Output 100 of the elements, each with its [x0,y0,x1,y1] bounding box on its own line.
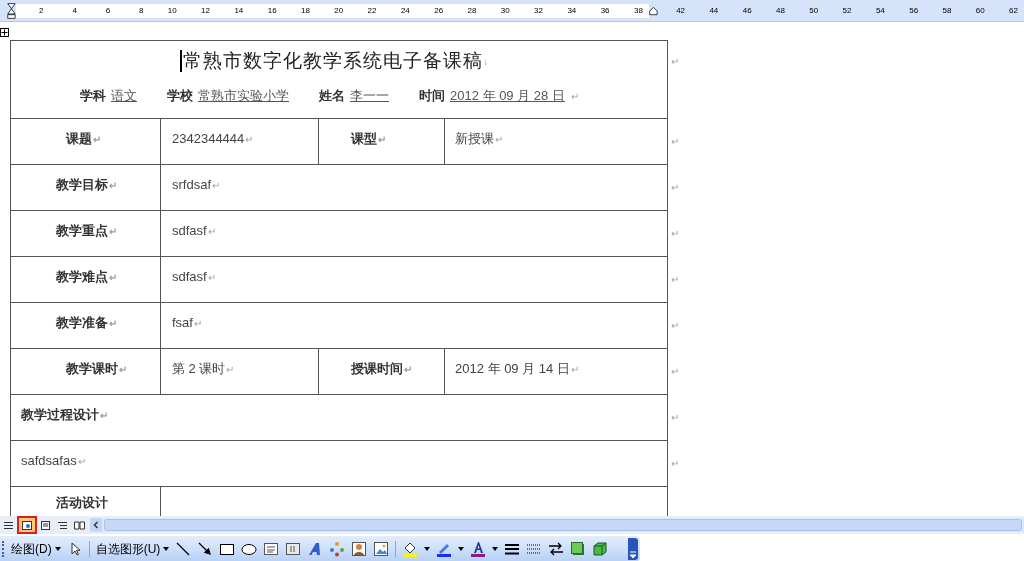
paragraph-mark: ↵ [119,364,127,375]
table-cell-text: sdfasf↵ [171,222,217,240]
ruler-number: 28 [466,6,478,15]
paragraph-mark: ↵ [109,226,117,237]
paragraph-mark: ↵ [245,134,254,145]
table-cell-text: 新授课↵ [454,130,504,148]
ruler-number: 36 [599,6,611,15]
ruler-number: 18 [300,6,311,15]
table-cell: 教学重点↵ [11,211,161,256]
ruler-number: 16 [266,6,278,15]
ruler-number: 6 [104,6,112,15]
paragraph-mark: ↵ [404,364,412,375]
image-icon[interactable] [373,540,390,557]
book-icon [74,520,85,530]
ruler-number: 38 [632,6,644,15]
field-label: 学校 [167,87,193,106]
ruler-number: 54 [874,6,886,15]
vertical-text-box-icon[interactable] [285,540,302,557]
page-icon [41,520,50,530]
table-cell-text: sdfasf↵ [171,268,217,286]
clip-art-icon[interactable] [351,540,368,557]
diagram-icon[interactable] [329,540,346,557]
caret-icon [458,546,465,551]
scrollbar-thumb[interactable] [104,519,1022,531]
caret-icon [54,546,61,551]
draw-menu[interactable]: 绘图(D) [11,539,61,558]
ruler-number: 20 [333,6,345,15]
paragraph-mark: ↵ [207,226,216,237]
paragraph-mark: ↵ [671,136,679,147]
shadow-icon[interactable] [570,540,587,557]
ruler-number: 12 [200,6,211,15]
table-move-handle-icon[interactable] [0,28,9,37]
indent-marker-icon[interactable] [7,0,17,22]
ruler-number: 52 [841,6,853,15]
paragraph-mark: ↵ [671,56,679,67]
paragraph-mark: ↵ [671,412,679,423]
ruler-number: 10 [166,6,178,15]
ruler-number: 42 [675,6,687,15]
paragraph-mark: ↵ [671,320,679,331]
ruler-number: 44 [708,6,720,15]
table-cell-text: fsaf↵ [171,314,203,332]
field-label: 时间 [419,87,445,106]
table-cell-text: 教学过程设计↵ [20,406,109,424]
font-color-icon[interactable] [470,540,487,557]
paragraph-mark: ↵ [671,366,679,377]
paragraph-mark: ↵ [378,134,386,145]
table-cell: 教学目标↵ [11,165,161,210]
ruler-number: 30 [499,6,511,15]
paragraph-mark: ↵ [109,318,117,329]
caret-icon [424,546,431,551]
caret-icon [163,546,170,551]
table-cell-text: safdsafas↵ [20,452,87,470]
ruler-number: 22 [366,6,378,15]
ruler-number: 56 [908,6,920,15]
paragraph-mark: ↵ [570,89,579,104]
field-value: 2012 年 09 月 28 日 [450,87,565,106]
paragraph-mark: ↵ [671,228,679,239]
text-box-icon[interactable] [263,540,280,557]
table-cell: 2342344444↵ [161,119,319,164]
arrow-icon[interactable] [197,540,214,557]
table-cell: 授课时间↵ [319,349,445,394]
line-break-mark: ↓ [483,54,488,69]
text-cursor [180,50,182,72]
field-value: 常熟市实验小学 [198,87,289,106]
table-cell: 课题↵ [11,119,161,164]
view-button[interactable] [17,516,37,534]
ruler-number: 60 [974,6,986,15]
line-icon[interactable] [175,540,192,557]
table-cell-text: 2012 年 09 月 14 日↵ [454,360,580,378]
ruler-number: 14 [233,6,245,15]
paragraph-mark: ↵ [77,456,86,467]
toolbar-options-icon[interactable] [628,537,638,560]
ruler-number: 4 [71,6,78,15]
caret-icon [492,546,499,551]
paragraph-mark: ↵ [671,274,679,285]
autoshapes-menu[interactable]: 自选图形(U) [95,539,170,558]
arrow-style-icon[interactable] [548,540,565,557]
paragraph-mark: ↵ [495,134,503,145]
table-cell: 课型↵ [319,119,445,164]
paragraph-mark: ↵ [109,272,117,283]
page-icon [22,520,32,530]
table-cell: 教学准备↵ [11,303,161,348]
ruler-number: 8 [137,6,145,15]
fill-bucket-icon[interactable] [402,540,419,557]
paragraph-mark: ↵ [570,364,579,375]
horizontal-scrollbar[interactable] [90,518,1024,532]
left-arrow-icon[interactable] [90,518,102,532]
field-label: 学科 [80,87,106,106]
ruler-number: 32 [533,6,544,15]
table-cell: 教学课时↵ [11,349,161,394]
paragraph-mark: ↵ [671,458,679,469]
paragraph-mark: ↵ [109,180,117,191]
field-value: 语文 [111,87,137,106]
ruler-number: 62 [1008,6,1019,15]
ruler-number: 46 [741,6,753,15]
paragraph-mark: ↵ [207,272,216,283]
ruler-number: 50 [808,6,820,15]
table-cell: 教学难点↵ [11,257,161,302]
3d-box-icon[interactable] [592,540,609,557]
document-title: 常熟市数字化教学系统电子备课稿 [183,48,483,73]
